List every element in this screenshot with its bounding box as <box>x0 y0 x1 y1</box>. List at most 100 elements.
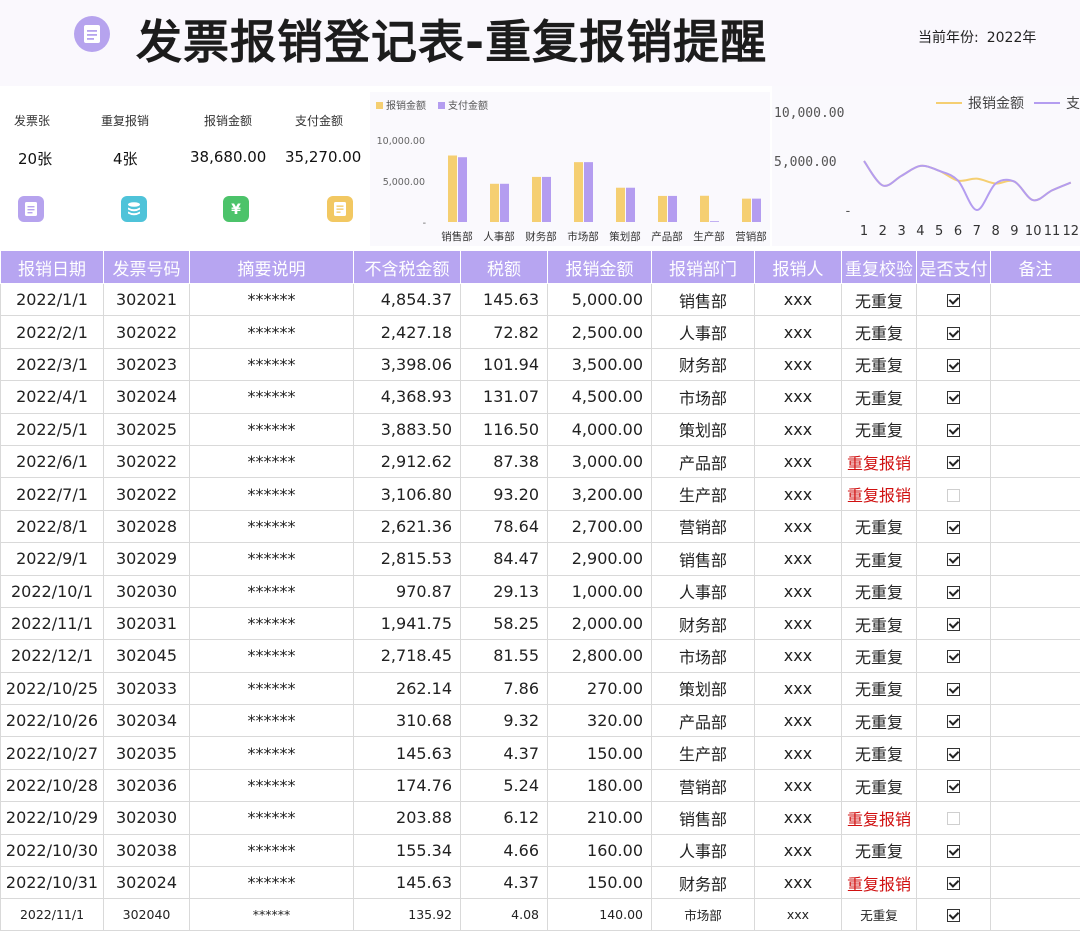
table-cell[interactable]: 重复报销 <box>841 444 917 479</box>
table-cell[interactable]: 无重复 <box>841 768 917 803</box>
checked-checkbox-icon[interactable] <box>947 391 960 405</box>
table-cell[interactable]: 302021 <box>103 282 190 317</box>
table-cell[interactable]: 302022 <box>103 315 190 349</box>
table-cell[interactable]: 生产部 <box>651 477 755 511</box>
table-cell[interactable]: 2022/1/1 <box>0 282 104 317</box>
table-cell[interactable] <box>990 380 1080 414</box>
table-cell[interactable] <box>990 412 1080 446</box>
table-cell[interactable]: 2,427.18 <box>353 315 461 349</box>
table-cell[interactable]: xxx <box>754 866 842 900</box>
table-cell[interactable]: 市场部 <box>651 639 755 673</box>
paid-checkbox-cell[interactable] <box>916 542 991 576</box>
paid-checkbox-cell[interactable] <box>916 282 991 317</box>
table-cell[interactable]: ****** <box>189 671 354 706</box>
table-cell[interactable]: 302036 <box>103 768 190 803</box>
table-cell[interactable]: 302024 <box>103 866 190 900</box>
table-cell[interactable]: 2022/10/29 <box>0 801 104 835</box>
table-cell[interactable]: 2,800.00 <box>547 639 652 673</box>
checked-checkbox-icon[interactable] <box>947 326 960 340</box>
table-cell[interactable] <box>990 639 1080 673</box>
table-cell[interactable]: 2022/10/26 <box>0 704 104 738</box>
table-cell[interactable]: 174.76 <box>353 768 461 803</box>
checked-checkbox-icon[interactable] <box>947 585 960 599</box>
table-cell[interactable]: 财务部 <box>651 866 755 900</box>
table-cell[interactable]: xxx <box>754 542 842 576</box>
table-cell[interactable] <box>990 477 1080 511</box>
table-cell[interactable] <box>990 444 1080 479</box>
table-cell[interactable]: 2,700.00 <box>547 509 652 544</box>
table-cell[interactable]: 93.20 <box>460 477 548 511</box>
table-cell[interactable]: 135.92 <box>353 898 461 932</box>
table-cell[interactable]: 无重复 <box>841 542 917 576</box>
checked-checkbox-icon[interactable] <box>947 456 960 470</box>
checked-checkbox-icon[interactable] <box>947 877 960 891</box>
table-cell[interactable] <box>990 347 1080 382</box>
table-cell[interactable]: xxx <box>754 898 842 932</box>
table-cell[interactable]: 302030 <box>103 574 190 608</box>
table-cell[interactable]: 财务部 <box>651 606 755 641</box>
table-cell[interactable]: 84.47 <box>460 542 548 576</box>
paid-checkbox-cell[interactable] <box>916 347 991 382</box>
checked-checkbox-icon[interactable] <box>947 520 960 534</box>
paid-checkbox-cell[interactable] <box>916 412 991 446</box>
column-header[interactable]: 报销人 <box>754 250 842 284</box>
column-header[interactable]: 不含税金额 <box>353 250 461 284</box>
paid-checkbox-cell[interactable] <box>916 315 991 349</box>
checked-checkbox-icon[interactable] <box>947 909 960 923</box>
checked-checkbox-icon[interactable] <box>947 358 960 372</box>
table-cell[interactable]: 2022/10/1 <box>0 574 104 608</box>
table-cell[interactable]: xxx <box>754 671 842 706</box>
paid-checkbox-cell[interactable] <box>916 639 991 673</box>
table-cell[interactable]: 2022/10/30 <box>0 833 104 868</box>
table-cell[interactable]: 无重复 <box>841 736 917 770</box>
table-cell[interactable]: 203.88 <box>353 801 461 835</box>
table-cell[interactable]: xxx <box>754 704 842 738</box>
table-cell[interactable]: 270.00 <box>547 671 652 706</box>
table-cell[interactable]: 2022/10/28 <box>0 768 104 803</box>
table-cell[interactable]: 302029 <box>103 542 190 576</box>
table-cell[interactable]: 302024 <box>103 380 190 414</box>
table-cell[interactable]: 78.64 <box>460 509 548 544</box>
table-cell[interactable]: 5,000.00 <box>547 282 652 317</box>
table-cell[interactable]: 310.68 <box>353 704 461 738</box>
table-cell[interactable]: 无重复 <box>841 412 917 446</box>
checked-checkbox-icon[interactable] <box>947 844 960 858</box>
table-cell[interactable]: xxx <box>754 477 842 511</box>
table-cell[interactable]: 无重复 <box>841 380 917 414</box>
table-cell[interactable]: 人事部 <box>651 315 755 349</box>
paid-checkbox-cell[interactable] <box>916 380 991 414</box>
table-cell[interactable] <box>990 542 1080 576</box>
table-cell[interactable]: 2022/8/1 <box>0 509 104 544</box>
table-cell[interactable]: 145.63 <box>353 736 461 770</box>
checked-checkbox-icon[interactable] <box>947 715 960 729</box>
table-cell[interactable]: 4,500.00 <box>547 380 652 414</box>
table-cell[interactable]: 262.14 <box>353 671 461 706</box>
table-cell[interactable]: 210.00 <box>547 801 652 835</box>
table-cell[interactable]: xxx <box>754 282 842 317</box>
table-cell[interactable]: xxx <box>754 768 842 803</box>
table-cell[interactable]: 302028 <box>103 509 190 544</box>
table-cell[interactable]: 320.00 <box>547 704 652 738</box>
column-header[interactable]: 报销部门 <box>651 250 755 284</box>
table-cell[interactable]: 150.00 <box>547 866 652 900</box>
paid-checkbox-cell[interactable] <box>916 444 991 479</box>
table-cell[interactable]: xxx <box>754 801 842 835</box>
table-cell[interactable]: xxx <box>754 509 842 544</box>
table-cell[interactable]: 4.37 <box>460 866 548 900</box>
table-cell[interactable]: 策划部 <box>651 671 755 706</box>
table-cell[interactable]: ****** <box>189 801 354 835</box>
table-cell[interactable]: xxx <box>754 606 842 641</box>
table-cell[interactable]: ****** <box>189 768 354 803</box>
checked-checkbox-icon[interactable] <box>947 553 960 567</box>
table-cell[interactable] <box>990 736 1080 770</box>
table-cell[interactable]: ****** <box>189 704 354 738</box>
table-cell[interactable]: 302033 <box>103 671 190 706</box>
table-cell[interactable]: 2022/5/1 <box>0 412 104 446</box>
table-cell[interactable]: 无重复 <box>841 282 917 317</box>
table-cell[interactable]: 无重复 <box>841 833 917 868</box>
table-cell[interactable]: ****** <box>189 380 354 414</box>
table-cell[interactable] <box>990 574 1080 608</box>
table-cell[interactable]: 58.25 <box>460 606 548 641</box>
table-cell[interactable]: ****** <box>189 315 354 349</box>
table-cell[interactable]: 302035 <box>103 736 190 770</box>
